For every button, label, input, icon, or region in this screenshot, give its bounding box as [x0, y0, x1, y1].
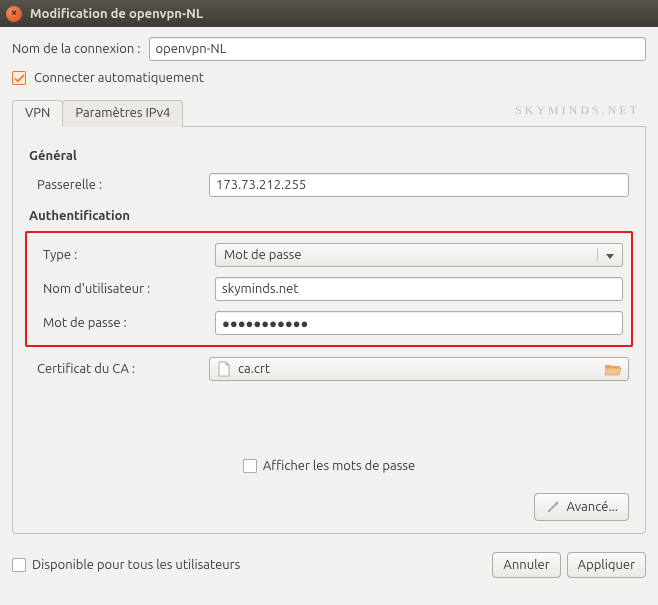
chevron-down-icon: [597, 248, 614, 262]
section-auth-title: Authentification: [29, 209, 629, 223]
section-general-title: Général: [29, 149, 629, 163]
auth-type-value: Mot de passe: [224, 248, 302, 262]
advanced-button[interactable]: Avancé...: [534, 493, 630, 521]
connection-name-label: Nom de la connexion :: [12, 42, 141, 56]
show-passwords-checkbox[interactable]: [243, 459, 257, 473]
wrench-icon: [545, 499, 561, 515]
ca-cert-filename: ca.crt: [238, 362, 604, 376]
available-all-users-checkbox[interactable]: [12, 558, 26, 572]
ca-cert-file-chooser[interactable]: ca.crt: [209, 357, 629, 381]
auth-type-label: Type :: [35, 248, 215, 262]
ca-cert-label: Certificat du CA :: [29, 362, 209, 376]
auth-type-combobox[interactable]: Mot de passe: [215, 243, 623, 267]
username-input[interactable]: [215, 277, 623, 301]
available-all-users-label: Disponible pour tous les utilisateurs: [32, 558, 240, 572]
advanced-button-label: Avancé...: [567, 500, 619, 514]
password-input[interactable]: [215, 311, 623, 335]
cancel-button-label: Annuler: [503, 558, 549, 572]
connection-name-input[interactable]: [149, 37, 647, 61]
tab-bar: VPN Paramètres IPv4 SKYMINDS.NET: [12, 99, 646, 127]
apply-button[interactable]: Appliquer: [567, 552, 646, 578]
gateway-input[interactable]: [209, 173, 629, 197]
folder-open-icon: [604, 361, 622, 377]
username-label: Nom d'utilisateur :: [35, 282, 215, 296]
window-close-button[interactable]: ×: [6, 6, 22, 22]
window-title: Modification de openvpn-NL: [30, 7, 203, 21]
file-icon: [216, 361, 232, 377]
tab-vpn[interactable]: VPN: [12, 100, 63, 127]
password-label: Mot de passe :: [35, 316, 215, 330]
tab-panel-vpn: Général Passerelle : Authentification Ty…: [12, 127, 646, 534]
autoconnect-label: Connecter automatiquement: [34, 71, 204, 85]
check-icon: [14, 73, 25, 84]
gateway-label: Passerelle :: [29, 178, 209, 192]
watermark-text: SKYMINDS.NET: [515, 103, 640, 118]
cancel-button[interactable]: Annuler: [492, 552, 560, 578]
apply-button-label: Appliquer: [578, 558, 635, 572]
close-icon: ×: [11, 8, 17, 19]
show-passwords-label: Afficher les mots de passe: [263, 459, 415, 473]
tab-ipv4[interactable]: Paramètres IPv4: [62, 100, 183, 127]
auth-highlight-box: Type : Mot de passe Nom d'utilisateur : …: [25, 231, 633, 347]
window-titlebar: × Modification de openvpn-NL: [0, 0, 658, 27]
autoconnect-checkbox[interactable]: [12, 71, 26, 85]
